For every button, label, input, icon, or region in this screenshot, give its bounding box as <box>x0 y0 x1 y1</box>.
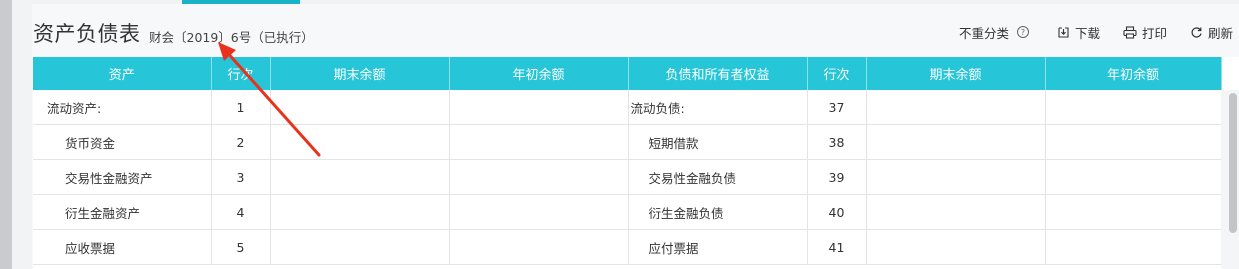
liability-ending-balance-cell[interactable] <box>866 124 1046 160</box>
asset-ending-balance-cell[interactable] <box>270 124 450 160</box>
liability-line-cell: 41 <box>807 229 867 265</box>
asset-opening-balance-cell[interactable] <box>449 229 629 265</box>
page-title: 资产负债表 <box>33 22 141 46</box>
left-gutter <box>12 0 32 269</box>
left-sidebar-edge <box>0 0 12 269</box>
asset-opening-balance-cell[interactable] <box>449 159 629 195</box>
print-button[interactable]: 打印 <box>1123 22 1167 42</box>
liability-line-cell: 39 <box>807 159 867 195</box>
asset-line-cell: 3 <box>211 159 271 195</box>
asset-opening-balance-cell[interactable] <box>449 90 629 125</box>
liability-opening-balance-cell[interactable] <box>1045 229 1222 265</box>
asset-opening-balance-cell[interactable] <box>449 124 629 160</box>
table-row: 流动资产: 1 流动负债: 37 <box>33 90 1222 125</box>
asset-line-cell: 4 <box>211 194 271 230</box>
standard-subtitle: 财会〔2019〕6号（已执行） <box>149 30 314 45</box>
column-header-liabilities-equity[interactable]: 负债和所有者权益 <box>628 57 808 90</box>
asset-ending-balance-cell[interactable] <box>270 194 450 230</box>
asset-ending-balance-cell[interactable] <box>270 229 450 265</box>
no-classify-toggle[interactable]: 不重分类 ? <box>959 22 1030 42</box>
column-header-ending-balance-2[interactable]: 期末余额 <box>866 57 1046 90</box>
liability-opening-balance-cell[interactable] <box>1045 124 1222 160</box>
download-icon <box>1057 26 1070 39</box>
liability-name-cell: 交易性金融负债 <box>628 159 808 195</box>
refresh-icon <box>1190 26 1203 39</box>
liability-ending-balance-cell[interactable] <box>866 159 1046 195</box>
column-header-line[interactable]: 行次 <box>211 57 271 90</box>
asset-ending-balance-cell[interactable] <box>270 90 450 125</box>
table-row: 货币资金 2 短期借款 38 <box>33 124 1222 160</box>
table-row: 交易性金融资产 3 交易性金融负债 39 <box>33 159 1222 195</box>
liability-opening-balance-cell[interactable] <box>1045 194 1222 230</box>
asset-opening-balance-cell[interactable] <box>449 194 629 230</box>
vertical-scrollbar-thumb[interactable] <box>1229 93 1237 233</box>
print-label: 打印 <box>1142 25 1168 41</box>
asset-name-cell: 衍生金融资产 <box>33 194 212 230</box>
table-row: 应收票据 5 应付票据 41 <box>33 229 1222 265</box>
asset-line-cell: 2 <box>211 124 271 160</box>
help-icon[interactable]: ? <box>1017 26 1030 38</box>
liability-line-cell: 38 <box>807 124 867 160</box>
liability-name-cell: 衍生金融负债 <box>628 194 808 230</box>
asset-line-cell: 1 <box>211 90 271 125</box>
refresh-button[interactable]: 刷新 <box>1190 22 1233 42</box>
liability-name-cell: 应付票据 <box>628 229 808 265</box>
liability-line-cell: 37 <box>807 90 867 125</box>
asset-ending-balance-cell[interactable] <box>270 159 450 195</box>
liability-opening-balance-cell[interactable] <box>1045 90 1222 125</box>
liability-opening-balance-cell[interactable] <box>1045 159 1222 195</box>
column-header-opening-balance-2[interactable]: 年初余额 <box>1045 57 1222 90</box>
balance-sheet-table: 资产 行次 期末余额 年初余额 负债和所有者权益 行次 期末余额 年初余额 流动… <box>33 57 1222 265</box>
liability-ending-balance-cell[interactable] <box>866 90 1046 125</box>
column-header-opening-balance[interactable]: 年初余额 <box>449 57 629 90</box>
asset-name-cell: 应收票据 <box>33 229 212 265</box>
liability-ending-balance-cell[interactable] <box>866 229 1046 265</box>
balance-sheet-table-container: 资产 行次 期末余额 年初余额 负债和所有者权益 行次 期末余额 年初余额 流动… <box>33 57 1239 269</box>
refresh-label: 刷新 <box>1208 25 1234 41</box>
table-row: 衍生金融资产 4 衍生金融负债 40 <box>33 194 1222 230</box>
download-button[interactable]: 下载 <box>1057 22 1100 42</box>
asset-name-cell: 交易性金融资产 <box>33 159 212 195</box>
table-header-row: 资产 行次 期末余额 年初余额 负债和所有者权益 行次 期末余额 年初余额 <box>33 57 1222 90</box>
column-header-asset[interactable]: 资产 <box>33 57 212 90</box>
print-icon <box>1123 25 1137 39</box>
no-classify-label: 不重分类 <box>959 25 1010 41</box>
liability-ending-balance-cell[interactable] <box>866 194 1046 230</box>
asset-line-cell: 5 <box>211 229 271 265</box>
column-header-ending-balance[interactable]: 期末余额 <box>270 57 450 90</box>
liability-line-cell: 40 <box>807 194 867 230</box>
download-label: 下载 <box>1075 25 1101 41</box>
liability-name-cell: 流动负债: <box>628 90 808 125</box>
liability-name-cell: 短期借款 <box>628 124 808 160</box>
asset-name-cell: 流动资产: <box>33 90 212 125</box>
column-header-line-2[interactable]: 行次 <box>807 57 867 90</box>
asset-name-cell: 货币资金 <box>33 124 212 160</box>
